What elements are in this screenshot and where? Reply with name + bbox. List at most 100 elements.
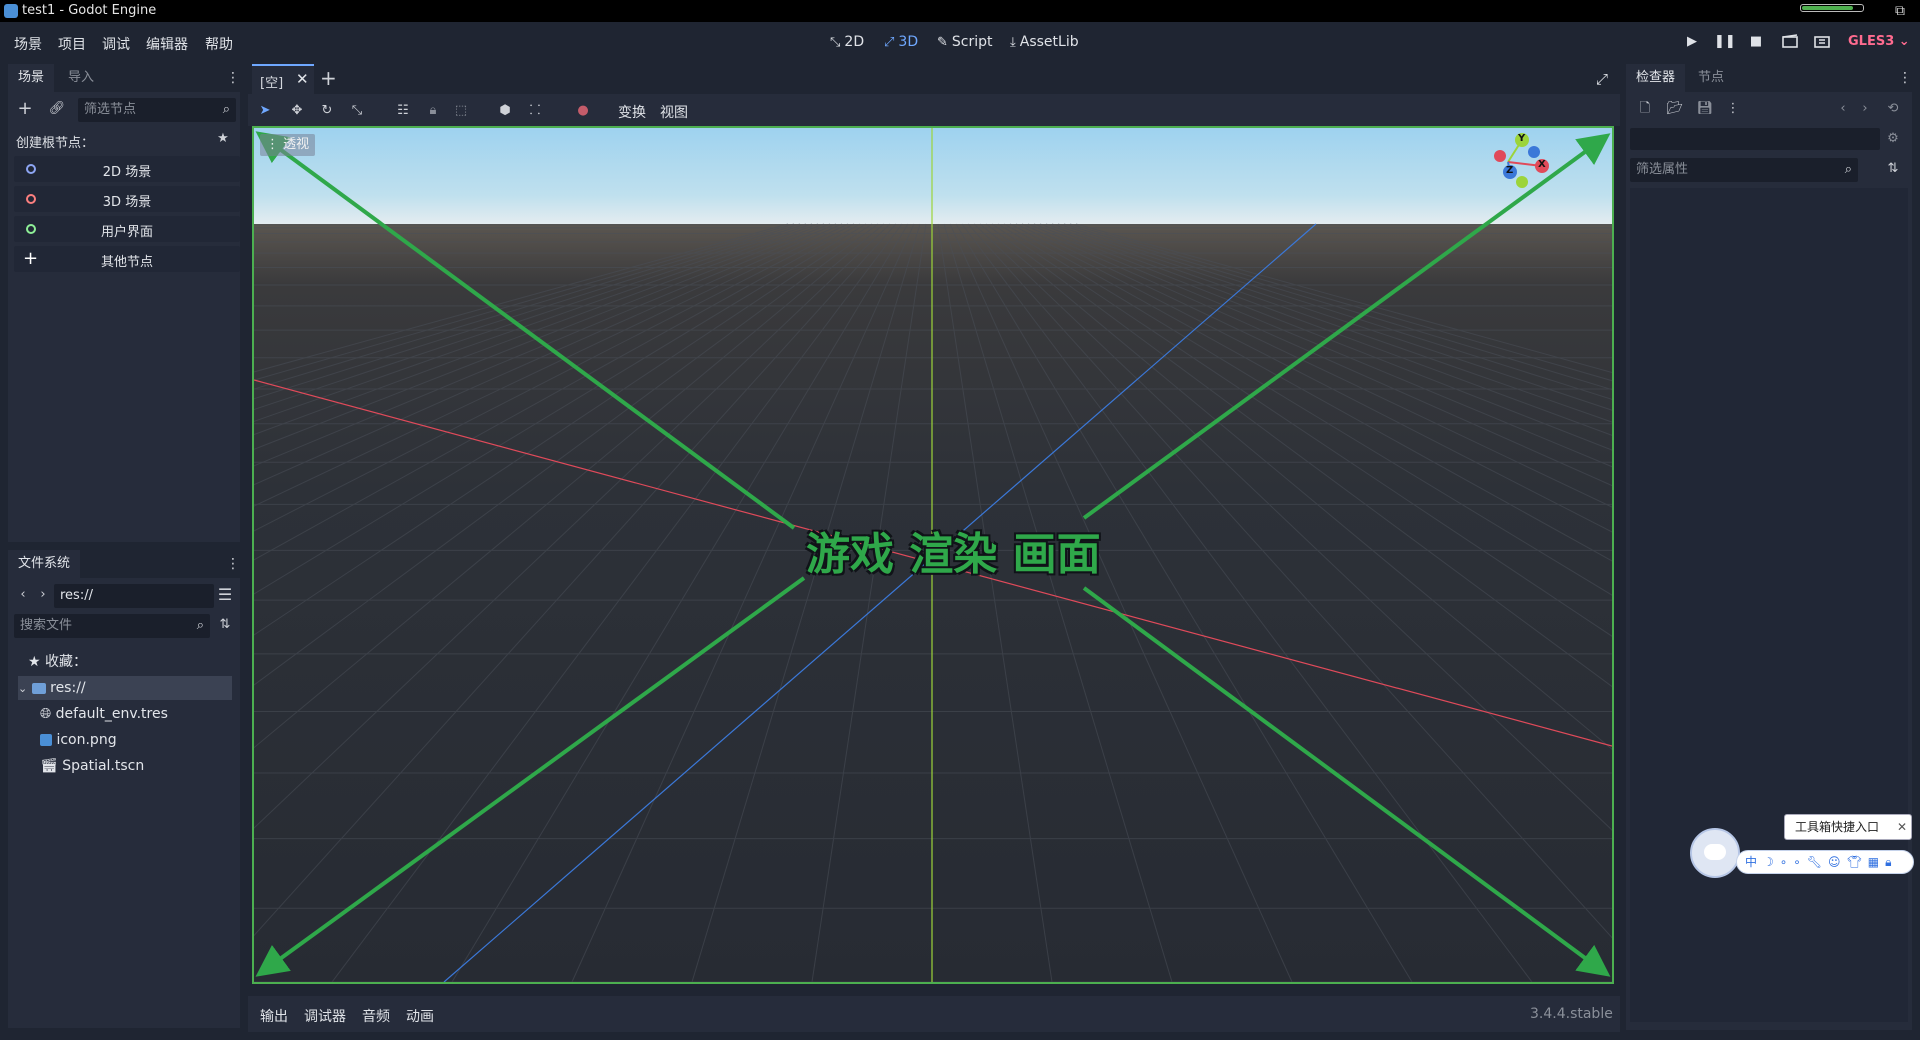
menu-debug[interactable]: 调试 xyxy=(102,34,130,54)
history-icon[interactable]: ⟲ xyxy=(1884,100,1902,118)
file-row[interactable]: icon.png xyxy=(40,728,117,752)
tab-audio[interactable]: 音频 xyxy=(362,1006,390,1026)
ime-lang-toggle[interactable]: 中 xyxy=(1745,855,1763,869)
renderer-select[interactable]: GLES3 ⌄ xyxy=(1848,34,1910,49)
play-custom-scene-icon[interactable] xyxy=(1812,34,1832,54)
lock-icon[interactable]: 🔒︎ xyxy=(424,102,442,120)
back-chevron-icon[interactable]: ‹ xyxy=(14,586,32,604)
tab-output[interactable]: 输出 xyxy=(260,1006,288,1026)
scene-tab[interactable]: [空] ✕ xyxy=(252,64,314,94)
fullscreen-icon[interactable]: ⤢ xyxy=(1596,70,1608,88)
add-tab-icon[interactable]: + xyxy=(320,66,337,90)
workspace-3d-button[interactable]: ⤢ 3D xyxy=(884,34,918,50)
rotate-tool-icon[interactable]: ↻ xyxy=(318,102,336,120)
new-resource-icon[interactable]: 🗋︎ xyxy=(1636,100,1654,118)
group-icon[interactable]: ⬚ xyxy=(452,102,470,120)
tab-animation[interactable]: 动画 xyxy=(406,1006,434,1026)
menu-help[interactable]: 帮助 xyxy=(205,34,233,54)
file-row[interactable]: 🌐︎ default_env.tres xyxy=(40,702,168,726)
file-row[interactable]: 🎬︎ Spatial.tscn xyxy=(40,754,144,778)
menu-scene[interactable]: 场景 xyxy=(14,34,42,54)
inspector-dock: 检查器 节点 ⋮ 🗋︎ 📂︎ 💾︎ ⋮ ‹ › ⟲ ⚙︎ 筛选属性 ⌕ ⇅ xyxy=(1626,64,1912,1030)
history-forward-icon[interactable]: › xyxy=(1856,100,1874,118)
view-menu[interactable]: 视图 xyxy=(660,102,688,122)
tab-filesystem[interactable]: 文件系统 xyxy=(8,550,81,578)
inspector-menu-icon[interactable]: ⋮ xyxy=(1898,70,1912,86)
menu-project[interactable]: 项目 xyxy=(58,34,86,54)
create-2d-scene-button[interactable]: 2D 场景 xyxy=(14,156,240,182)
tree-root-row[interactable]: ⌄ res:// xyxy=(18,676,232,700)
create-3d-scene-label: 3D 场景 xyxy=(102,195,152,210)
close-icon[interactable]: ✕ xyxy=(1897,815,1907,839)
camera-icon[interactable]: ● xyxy=(574,102,592,120)
select-tool-icon[interactable]: ➤ xyxy=(256,102,274,120)
move-tool-icon[interactable]: ✥ xyxy=(288,102,306,120)
tree-root-label: res:// xyxy=(50,680,86,696)
filesystem-menu-icon[interactable]: ⋮ xyxy=(226,556,240,572)
play-scene-icon[interactable] xyxy=(1780,34,1800,54)
workspace-assetlib-button[interactable]: ⤓ AssetLib xyxy=(1010,34,1079,50)
grid-icon[interactable]: ▦ xyxy=(1868,855,1885,869)
open-folder-icon[interactable]: 📂︎ xyxy=(1666,100,1684,118)
file-name: icon.png xyxy=(56,732,117,748)
favorites-row[interactable]: ★ 收藏： xyxy=(28,650,87,674)
snap-icon[interactable]: ⸬ xyxy=(526,102,544,120)
add-node-icon[interactable]: + xyxy=(16,100,34,118)
path-field[interactable]: res:// xyxy=(54,584,214,608)
history-back-icon[interactable]: ‹ xyxy=(1834,100,1852,118)
wrench-icon[interactable]: 🔧︎ xyxy=(1807,855,1828,869)
more-icon[interactable]: ⋮ xyxy=(1724,100,1742,118)
favorite-star-icon[interactable]: ★ xyxy=(214,130,232,148)
scene-dock-menu-icon[interactable]: ⋮ xyxy=(226,70,240,86)
3d-viewport[interactable]: ⋮ 透视 游戏 渲染 画面 Y X Z xyxy=(252,126,1614,984)
moon-icon[interactable]: ☽ xyxy=(1763,855,1780,869)
folder-icon xyxy=(31,682,46,694)
search-icon: ⌕ xyxy=(1844,162,1852,177)
dots-icon[interactable]: ∘∘ xyxy=(1780,855,1807,869)
list-select-icon[interactable]: ☷ xyxy=(394,102,412,120)
play-icon[interactable]: ▶ xyxy=(1682,34,1702,54)
create-3d-scene-button[interactable]: 3D 场景 xyxy=(14,186,240,212)
sort-icon[interactable]: ⇅ xyxy=(216,616,234,634)
split-view-icon[interactable]: ☰ xyxy=(216,586,234,604)
file-search-input[interactable]: 搜索文件 ⌕ xyxy=(14,614,210,638)
transform-menu[interactable]: 变换 xyxy=(618,102,646,122)
workspace-2d-button[interactable]: ⤡ 2D xyxy=(830,34,864,50)
property-sort-icon[interactable]: ⇅ xyxy=(1884,160,1902,178)
ime-icon-strip[interactable]: 中☽∘∘🔧︎☺👕︎▦🔒︎ xyxy=(1736,850,1914,874)
stop-icon[interactable]: ■ xyxy=(1746,34,1766,54)
globe-icon: 🌐︎ xyxy=(40,706,52,722)
object-menu-icon[interactable]: ⚙︎ xyxy=(1884,130,1902,148)
smile-icon[interactable]: ☺ xyxy=(1828,855,1847,869)
create-ui-button[interactable]: 用户界面 xyxy=(14,216,240,242)
ime-avatar[interactable] xyxy=(1690,828,1740,878)
node-filter-input[interactable]: 筛选节点 ⌕ xyxy=(78,98,236,122)
tab-node[interactable]: 节点 xyxy=(1688,64,1734,92)
perspective-menu[interactable]: ⋮ 透视 xyxy=(260,134,316,156)
lock-icon[interactable]: 🔒︎ xyxy=(1885,855,1897,869)
local-space-icon[interactable]: ⬢ xyxy=(496,102,514,120)
scene-tabs-bar: [空] ✕ + ⤢ xyxy=(248,64,1620,94)
scale-tool-icon[interactable]: ⤡ xyxy=(348,102,366,120)
file-search-placeholder: 搜索文件 xyxy=(20,618,73,633)
save-icon[interactable]: 💾︎ xyxy=(1696,100,1714,118)
create-other-node-button[interactable]: + 其他节点 xyxy=(14,246,240,272)
property-filter-input[interactable]: 筛选属性 ⌕ xyxy=(1630,158,1858,182)
tab-import[interactable]: 导入 xyxy=(58,64,104,92)
tab-inspector[interactable]: 检查器 xyxy=(1626,64,1686,92)
tab-scene[interactable]: 场景 xyxy=(8,64,55,92)
create-ui-label: 用户界面 xyxy=(100,225,153,240)
menu-editor[interactable]: 编辑器 xyxy=(146,34,188,54)
file-name: Spatial.tscn xyxy=(62,758,145,774)
window-restore-icon[interactable]: ⧉ xyxy=(1882,2,1918,20)
create-2d-scene-label: 2D 场景 xyxy=(102,165,152,180)
shirt-icon[interactable]: 👕︎ xyxy=(1847,855,1868,869)
link-icon[interactable]: 🔗︎ xyxy=(48,100,66,118)
pause-icon[interactable]: ❚❚ xyxy=(1714,34,1736,54)
tab-debugger[interactable]: 调试器 xyxy=(304,1006,346,1026)
axis-gizmo[interactable]: Y X Z xyxy=(1464,132,1554,202)
script-icon: ✎ xyxy=(937,34,948,50)
forward-chevron-icon[interactable]: › xyxy=(34,586,52,604)
workspace-script-button[interactable]: ✎ Script xyxy=(937,34,993,50)
close-icon[interactable]: ✕ xyxy=(296,70,309,88)
